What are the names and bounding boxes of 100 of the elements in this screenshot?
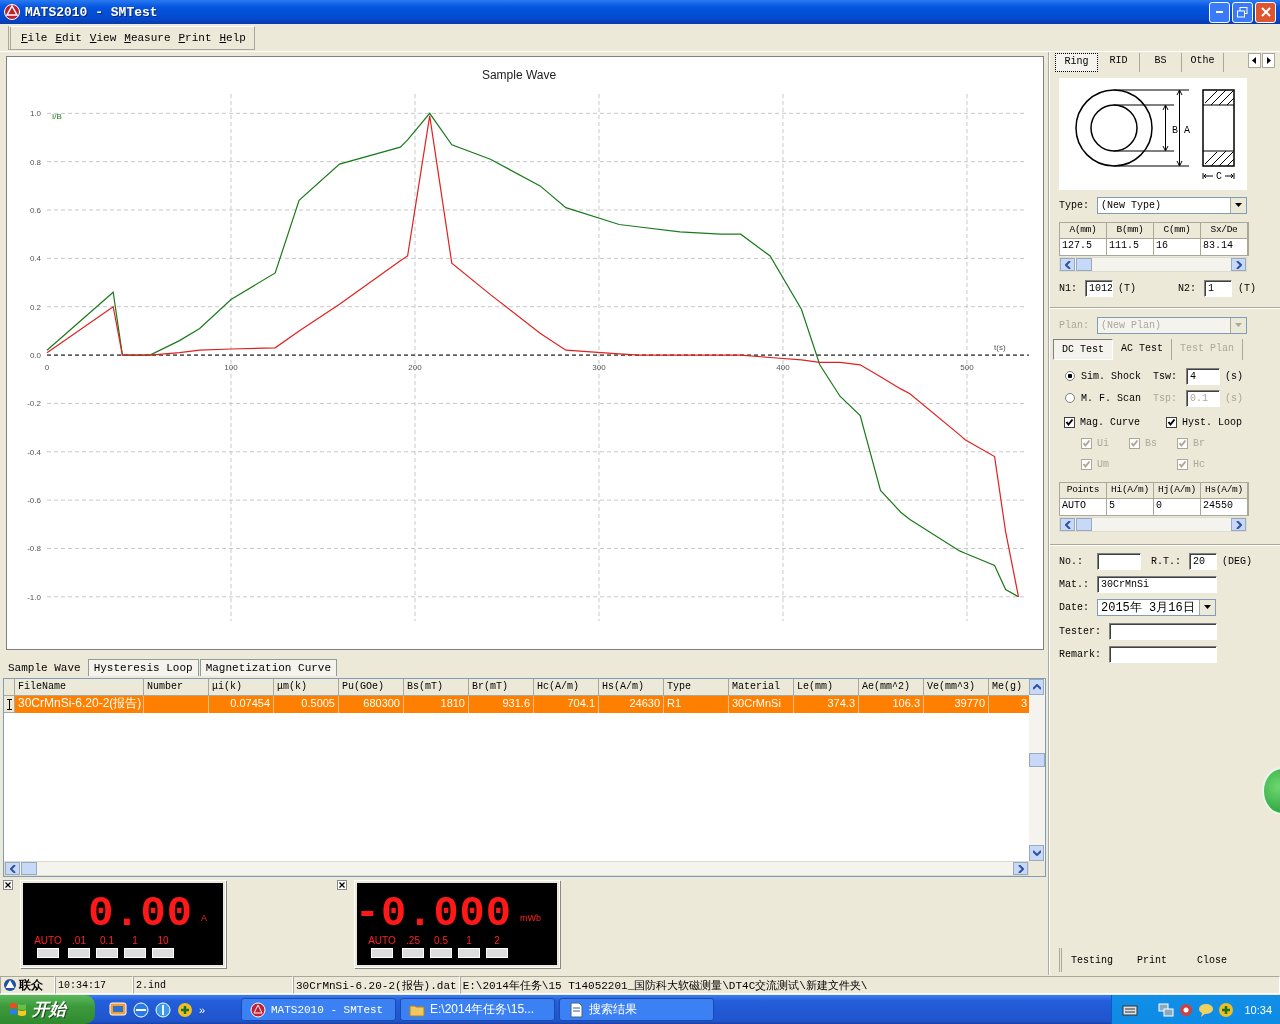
column-header[interactable]: Br(mT) — [469, 679, 534, 696]
tray-app-icon[interactable] — [1178, 1001, 1195, 1018]
sample-tab[interactable]: Ring — [1055, 53, 1098, 72]
view-tab[interactable]: Magnetization Curve — [199, 659, 338, 676]
network-icon[interactable] — [1158, 1001, 1175, 1018]
checkmark-icon — [1082, 438, 1091, 448]
table-cell: 39770 — [924, 696, 989, 713]
column-header[interactable]: Ae(mm^2) — [859, 679, 924, 696]
chat-icon[interactable] — [1198, 1001, 1215, 1018]
input-field[interactable]: 30CrMnSi — [1097, 575, 1217, 593]
minimize-button[interactable] — [1209, 1, 1230, 23]
menu-item[interactable]: Measure — [120, 30, 175, 46]
checkbox[interactable] — [1064, 416, 1075, 428]
column-header[interactable]: Le(mm) — [794, 679, 859, 696]
action-button[interactable]: Print — [1122, 951, 1182, 969]
scroll-thumb[interactable] — [1076, 518, 1092, 531]
test-tab[interactable]: AC Test — [1113, 339, 1173, 360]
dimension-label: B — [1172, 125, 1178, 136]
document-icon — [568, 1001, 584, 1018]
add-icon[interactable] — [177, 1001, 193, 1018]
overflow-button[interactable]: » — [199, 1003, 206, 1016]
clock: 10:34 — [1244, 1003, 1272, 1016]
menu-item[interactable]: Help — [215, 30, 250, 46]
date-dropdown[interactable]: 2015年 3月16日 — [1097, 598, 1216, 616]
menu-item[interactable]: Print — [174, 30, 216, 46]
input-field[interactable] — [1097, 552, 1141, 570]
scrollbar-corner — [1029, 861, 1045, 876]
x-axis-label: t(s) — [994, 343, 1006, 353]
column-header[interactable]: Number — [144, 679, 209, 696]
horizontal-scrollbar[interactable] — [1059, 517, 1247, 532]
column-header[interactable]: μm(k) — [274, 679, 339, 696]
row-header-cell[interactable] — [4, 696, 15, 713]
sample-tab[interactable]: Othe — [1182, 53, 1224, 72]
column-header[interactable]: Hc(A/m) — [534, 679, 599, 696]
type-dropdown[interactable]: (New Type) — [1097, 196, 1247, 214]
view-tab[interactable]: Hysteresis Loop — [87, 659, 199, 676]
horizontal-scrollbar[interactable] — [1059, 257, 1247, 272]
brand-logo-icon — [3, 978, 17, 992]
input-field[interactable]: 1012 — [1085, 279, 1113, 297]
scroll-thumb[interactable] — [1076, 258, 1092, 271]
scroll-right-button[interactable] — [1231, 258, 1246, 271]
scroll-thumb[interactable] — [21, 862, 37, 875]
arrow-right-icon — [1017, 864, 1024, 873]
vertical-scrollbar[interactable] — [1029, 679, 1045, 861]
column-header[interactable]: FileName — [15, 679, 144, 696]
scroll-left-button[interactable] — [5, 862, 20, 875]
taskbar-button[interactable]: 搜索结果 — [559, 998, 714, 1021]
action-button[interactable]: Testing — [1062, 951, 1122, 969]
restore-button[interactable] — [1232, 1, 1253, 23]
menu-item[interactable]: File — [17, 30, 52, 46]
column-header[interactable]: Bs(mT) — [404, 679, 469, 696]
sample-tab[interactable]: RID — [1098, 53, 1140, 72]
input-field[interactable]: 20 — [1189, 552, 1217, 570]
input-field[interactable]: 4 — [1186, 367, 1220, 385]
y-axis-label: I/B — [52, 112, 62, 121]
browser-icon[interactable] — [155, 1001, 171, 1018]
taskbar-button[interactable]: E:\2014年任务\15... — [400, 998, 555, 1021]
scroll-left-button[interactable] — [1060, 518, 1075, 531]
scroll-left-button[interactable] — [1060, 258, 1075, 271]
meter-reading: 0.00 — [88, 893, 193, 935]
close-icon[interactable] — [3, 880, 13, 890]
range-label: 10 — [157, 935, 169, 946]
close-button[interactable] — [1255, 1, 1276, 23]
input-field[interactable] — [1109, 645, 1217, 663]
input-field[interactable] — [1109, 622, 1217, 640]
start-button[interactable]: 开始 — [0, 995, 95, 1024]
tab-scroll-right-button[interactable] — [1262, 53, 1275, 68]
taskbar-button[interactable]: MATS2010 - SMTest — [241, 998, 396, 1021]
scroll-down-button[interactable] — [1029, 845, 1044, 861]
action-button[interactable]: Close — [1182, 951, 1242, 969]
dimension-label: C — [1216, 171, 1222, 182]
column-header[interactable]: μi(k) — [209, 679, 274, 696]
horizontal-scrollbar[interactable] — [4, 861, 1029, 876]
column-header[interactable]: Type — [664, 679, 729, 696]
column-header[interactable]: Me(g) — [989, 679, 1029, 696]
desktop-icon[interactable] — [109, 1000, 127, 1019]
browser-icon[interactable] — [133, 1001, 149, 1018]
column-header[interactable]: Material — [729, 679, 794, 696]
scroll-up-button[interactable] — [1029, 679, 1044, 695]
menu-item[interactable]: Edit — [51, 30, 86, 46]
close-icon[interactable] — [337, 880, 347, 890]
range-label: AUTO — [368, 935, 396, 946]
column-header[interactable]: Ve(mm^3) — [924, 679, 989, 696]
test-tab[interactable]: DC Test — [1053, 339, 1113, 360]
checkbox[interactable] — [1166, 416, 1177, 428]
input-field[interactable]: 1 — [1204, 279, 1232, 297]
scroll-thumb[interactable] — [1029, 753, 1045, 767]
column-header[interactable]: Hs(A/m) — [599, 679, 664, 696]
column-header[interactable]: Pu(GOe) — [339, 679, 404, 696]
scroll-right-button[interactable] — [1231, 518, 1246, 531]
menu-item[interactable]: View — [85, 30, 121, 46]
dropdown-arrow-icon — [1204, 605, 1211, 609]
column-header: Hs(A/m) — [1201, 483, 1248, 499]
table-cell: 127.5 — [1060, 239, 1107, 255]
scroll-right-button[interactable] — [1013, 862, 1028, 875]
unit-label: mWb — [520, 913, 541, 923]
tab-scroll-left-button[interactable] — [1248, 53, 1261, 68]
sample-tab[interactable]: BS — [1140, 53, 1182, 72]
add-icon[interactable] — [1218, 1001, 1235, 1018]
radio-button[interactable] — [1065, 371, 1075, 381]
